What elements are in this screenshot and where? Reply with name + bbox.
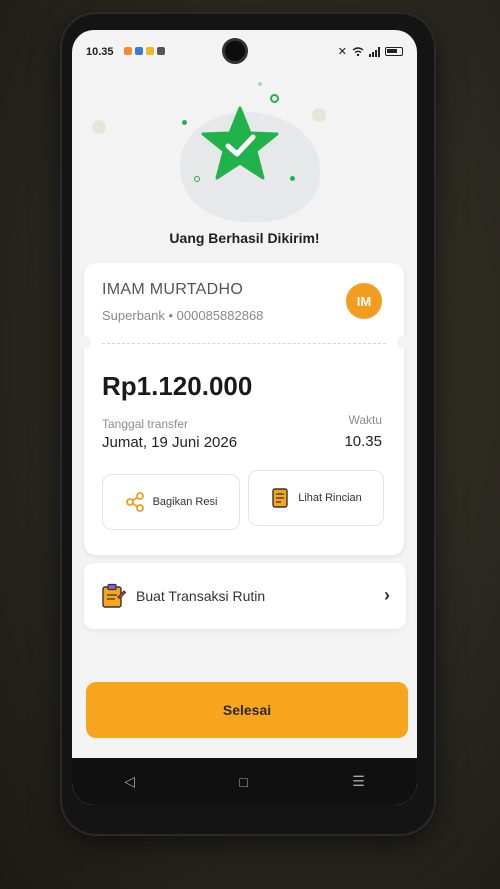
status-time: 10.35 xyxy=(86,46,114,58)
app-screen: 10.35 ✕ Uang Berhasil Dikirim! IMAM MURT… xyxy=(72,30,417,805)
routine-transaction-label: Buat Transaksi Rutin xyxy=(136,588,266,604)
star-check-icon xyxy=(201,106,279,180)
status-right-icons: ✕ xyxy=(338,45,403,58)
share-receipt-label: Bagikan Resi xyxy=(152,496,218,508)
recipient-bank-account: Superbank • 000085882868 xyxy=(102,308,264,323)
clipboard-icon xyxy=(102,583,126,608)
share-receipt-button[interactable]: Bagikan Resi xyxy=(102,474,240,530)
battery-icon xyxy=(385,47,403,56)
back-nav-icon[interactable]: ◁ xyxy=(124,773,135,790)
view-details-button[interactable]: Lihat Rincian xyxy=(248,470,384,526)
notification-icons xyxy=(124,47,165,55)
transfer-receipt-card: IMAM MURTADHO Superbank • 000085882868 I… xyxy=(77,263,411,555)
done-button[interactable]: Selesai xyxy=(86,682,408,738)
menu-nav-icon[interactable]: ☰ xyxy=(352,773,365,790)
system-nav-bar: ◁ □ ☰ xyxy=(72,758,417,805)
routine-transaction-row[interactable]: Buat Transaksi Rutin › xyxy=(84,563,406,629)
mute-icon: ✕ xyxy=(337,46,347,58)
date-value: Jumat, 19 Juni 2026 xyxy=(102,434,238,451)
front-camera xyxy=(222,38,248,64)
view-details-label: Lihat Rincian xyxy=(298,492,362,504)
date-label: Tanggal transfer xyxy=(102,417,189,431)
page-title: Uang Berhasil Dikirim! xyxy=(169,230,320,246)
time-label: Waktu xyxy=(348,413,382,427)
success-illustration xyxy=(72,82,417,250)
chevron-right-icon: › xyxy=(384,585,390,605)
wifi-icon xyxy=(352,46,364,56)
divider xyxy=(102,343,386,344)
recipient-name: IMAM MURTADHO xyxy=(102,281,244,298)
share-icon xyxy=(125,492,144,512)
transfer-amount: Rp1.120.000 xyxy=(102,371,253,401)
avatar: IM xyxy=(346,283,382,319)
signal-icon xyxy=(369,46,380,57)
receipt-icon xyxy=(272,488,288,508)
status-bar: 10.35 ✕ xyxy=(72,30,417,70)
time-value: 10.35 xyxy=(344,433,382,450)
home-nav-icon[interactable]: □ xyxy=(239,774,247,790)
